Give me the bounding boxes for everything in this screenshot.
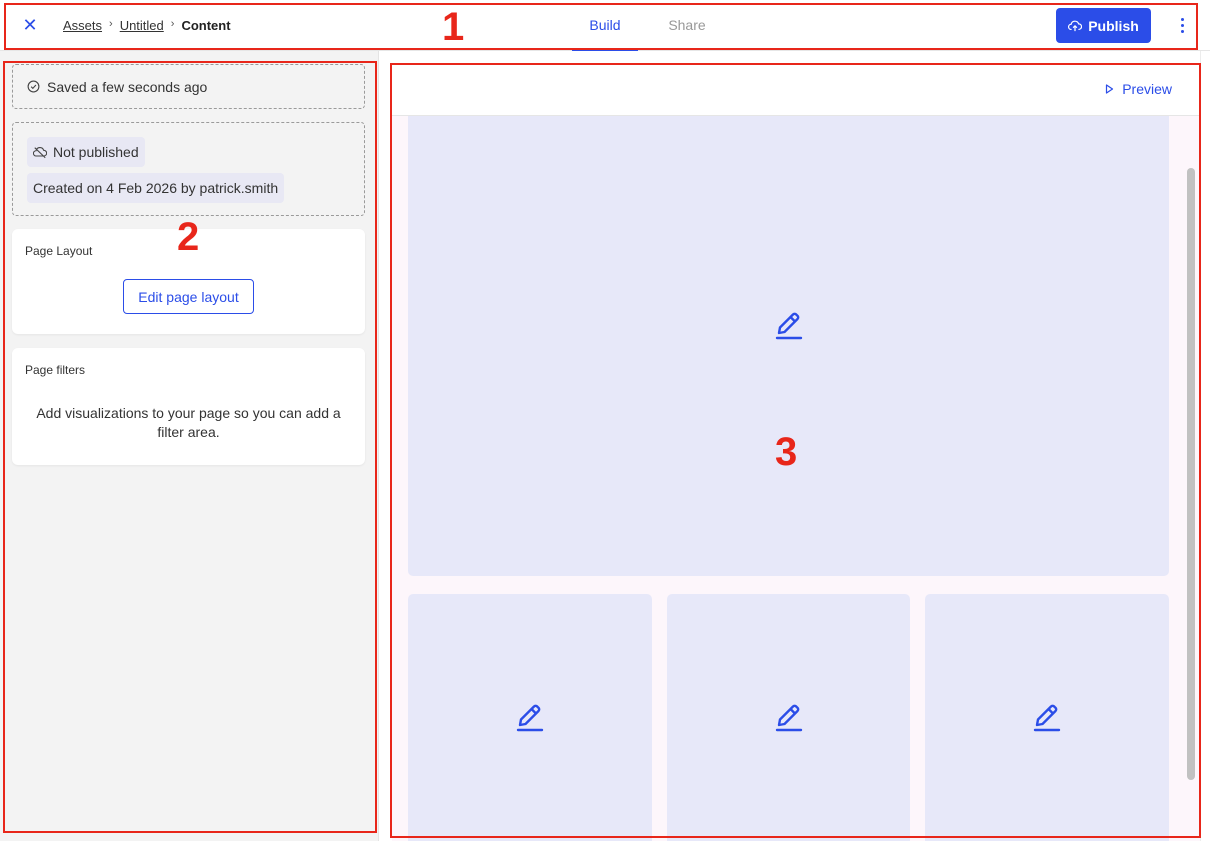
pencil-icon	[775, 312, 802, 340]
content-tile[interactable]	[667, 594, 910, 841]
page-layout-title: Page Layout	[25, 244, 93, 258]
breadcrumb-assets[interactable]: Assets	[63, 18, 102, 33]
annotation-number-2: 2	[177, 215, 200, 259]
pencil-icon	[516, 704, 544, 732]
status-badge: Not published	[27, 137, 145, 167]
pencil-icon	[775, 704, 802, 732]
annotation-number-1: 1	[442, 5, 465, 49]
breadcrumb: Assets › Untitled › Content	[63, 17, 231, 34]
preview-label: Preview	[1122, 81, 1172, 97]
canvas-toolbar: Preview	[392, 65, 1200, 116]
content-tile[interactable]	[408, 594, 652, 841]
created-badge: Created on 4 Feb 2026 by patrick.smith	[27, 173, 285, 203]
publish-label: Publish	[1088, 17, 1139, 34]
annotation-number-3: 3	[775, 430, 798, 474]
chevron-right-icon: ›	[170, 17, 175, 30]
canvas-scrollbar[interactable]	[1187, 168, 1195, 780]
tab-build[interactable]: Build	[572, 0, 638, 51]
page-canvas	[392, 116, 1200, 841]
publish-button[interactable]: Publish	[1056, 8, 1151, 43]
page-filters-card: Page filters Add visualizations to your …	[12, 348, 365, 465]
chevron-right-icon: ›	[109, 17, 113, 30]
page-filters-title: Page filters	[25, 363, 86, 377]
top-bar: ✕ Assets › Untitled › Content Build Shar…	[0, 0, 1210, 51]
tab-share[interactable]: Share	[638, 0, 736, 51]
check-circle-icon	[27, 80, 40, 93]
content-tile[interactable]	[408, 116, 1169, 576]
tab-bar: Build Share	[572, 0, 736, 51]
pencil-icon	[1033, 704, 1061, 732]
created-text: Created on 4 Feb 2026 by patrick.smith	[33, 180, 279, 196]
cloud-off-icon	[33, 146, 47, 158]
breadcrumb-untitled[interactable]: Untitled	[120, 18, 164, 33]
play-icon	[1106, 84, 1114, 94]
publish-status: Not published Created on 4 Feb 2026 by p…	[12, 122, 365, 216]
content-tile[interactable]	[925, 594, 1169, 841]
window-edge	[1200, 51, 1210, 841]
saved-text: Saved a few seconds ago	[47, 78, 208, 95]
page-filters-message: Add visualizations to your page so you c…	[36, 405, 341, 440]
breadcrumb-current: Content	[181, 18, 231, 33]
sidebar: Saved a few seconds ago Not published Cr…	[0, 51, 379, 841]
save-status: Saved a few seconds ago	[12, 64, 365, 109]
close-icon[interactable]: ✕	[20, 14, 40, 36]
cloud-upload-icon	[1068, 20, 1083, 31]
more-vertical-icon[interactable]	[1172, 14, 1192, 36]
preview-button[interactable]: Preview	[1105, 81, 1172, 97]
status-text: Not published	[53, 144, 139, 160]
edit-page-layout-button[interactable]: Edit page layout	[123, 279, 254, 314]
